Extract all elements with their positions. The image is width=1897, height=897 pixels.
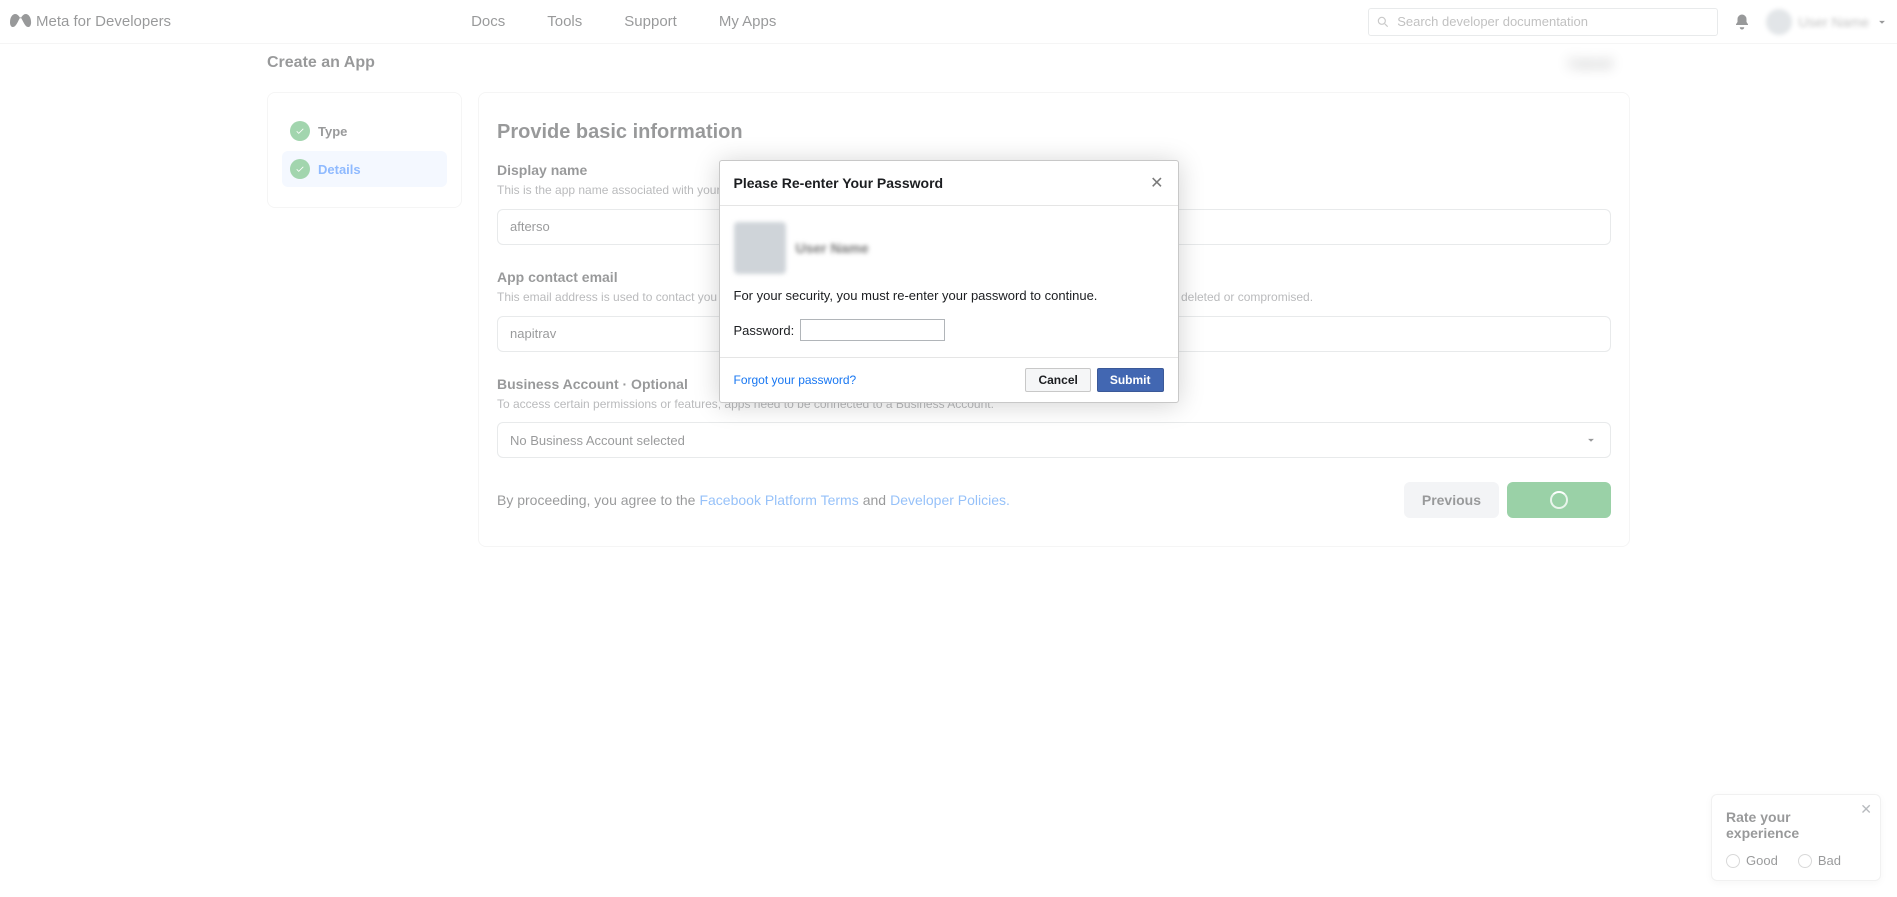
modal-user-name: User Name — [796, 240, 869, 256]
modal-submit-button[interactable]: Submit — [1097, 368, 1164, 392]
modal-header: Please Re-enter Your Password ✕ — [720, 161, 1178, 206]
modal-description: For your security, you must re-enter you… — [734, 288, 1164, 303]
modal-user: User Name — [734, 222, 1164, 274]
modal-title: Please Re-enter Your Password — [734, 175, 944, 191]
modal-body: User Name For your security, you must re… — [720, 206, 1178, 357]
modal-footer: Forgot your password? Cancel Submit — [720, 357, 1178, 402]
modal-cancel-button[interactable]: Cancel — [1025, 368, 1090, 392]
close-icon[interactable]: ✕ — [1150, 173, 1163, 193]
modal-backdrop: Please Re-enter Your Password ✕ User Nam… — [0, 0, 1897, 897]
modal-buttons: Cancel Submit — [1025, 368, 1163, 392]
avatar — [734, 222, 786, 274]
password-modal: Please Re-enter Your Password ✕ User Nam… — [719, 160, 1179, 403]
password-row: Password: — [734, 319, 1164, 341]
password-input[interactable] — [800, 319, 945, 341]
password-label: Password: — [734, 323, 795, 338]
forgot-password-link[interactable]: Forgot your password? — [734, 373, 857, 387]
